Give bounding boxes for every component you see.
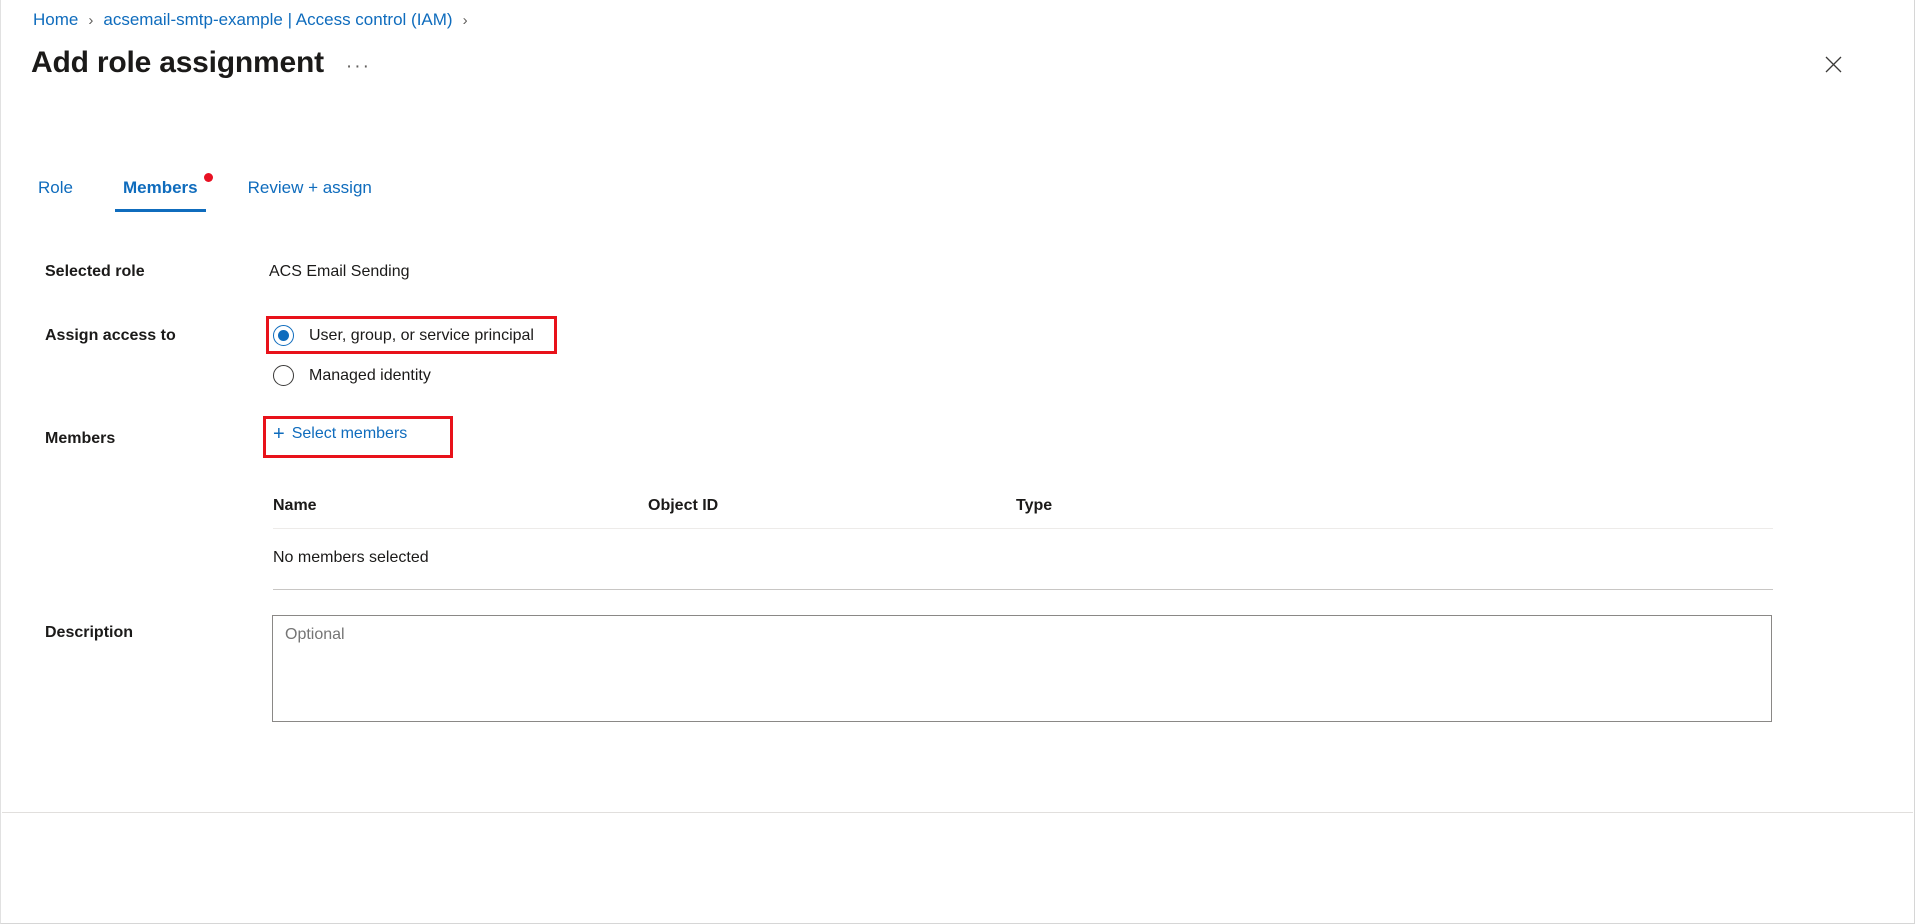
empty-state-message: No members selected [273, 549, 429, 567]
page-title: Add role assignment [31, 44, 324, 82]
plus-icon: + [273, 426, 285, 442]
close-icon[interactable] [1817, 48, 1849, 80]
table-header-row: Name Object ID Type [273, 497, 1773, 529]
column-header-object-id: Object ID [648, 497, 1016, 515]
selected-role-value: ACS Email Sending [269, 263, 410, 281]
radio-unselected-icon [273, 365, 294, 386]
select-members-button[interactable]: + Select members [273, 425, 407, 443]
select-members-label: Select members [292, 425, 408, 443]
tab-members-required-dot-icon [204, 173, 213, 182]
description-input[interactable] [272, 615, 1772, 722]
members-table: Name Object ID Type No members selected [273, 497, 1773, 590]
tab-members[interactable]: Members [120, 178, 201, 212]
radio-selected-icon [273, 325, 294, 346]
footer-bar: Review + assign Previous Next Feedback [1, 813, 1914, 923]
title-row: Add role assignment ··· [31, 44, 371, 82]
column-header-name: Name [273, 497, 648, 515]
tab-review-assign-label: Review + assign [248, 178, 372, 197]
radio-managed-identity[interactable]: Managed identity [273, 365, 431, 386]
radio-user-group-service-principal-label: User, group, or service principal [309, 327, 534, 345]
members-label: Members [45, 430, 115, 448]
breadcrumb-separator-icon-2: › [463, 12, 468, 29]
breadcrumb: Home › acsemail-smtp-example | Access co… [33, 10, 478, 30]
column-header-type: Type [1016, 497, 1316, 515]
add-role-assignment-blade: Home › acsemail-smtp-example | Access co… [0, 0, 1915, 924]
breadcrumb-separator-icon: › [88, 12, 93, 29]
tab-role-label: Role [38, 178, 73, 197]
radio-user-group-service-principal[interactable]: User, group, or service principal [273, 325, 534, 346]
table-row-empty: No members selected [273, 529, 1773, 590]
breadcrumb-item-access-control[interactable]: acsemail-smtp-example | Access control (… [103, 10, 452, 30]
more-options-button[interactable]: ··· [346, 57, 371, 76]
breadcrumb-item-home[interactable]: Home [33, 10, 78, 30]
selected-role-label: Selected role [45, 263, 145, 281]
radio-managed-identity-label: Managed identity [309, 367, 431, 385]
assign-access-to-label: Assign access to [45, 327, 176, 345]
description-label: Description [45, 624, 133, 642]
tab-members-label: Members [123, 178, 198, 197]
tab-role[interactable]: Role [35, 178, 76, 212]
wizard-tabs: Role Members Review + assign [35, 178, 419, 212]
tab-review-assign[interactable]: Review + assign [245, 178, 375, 212]
